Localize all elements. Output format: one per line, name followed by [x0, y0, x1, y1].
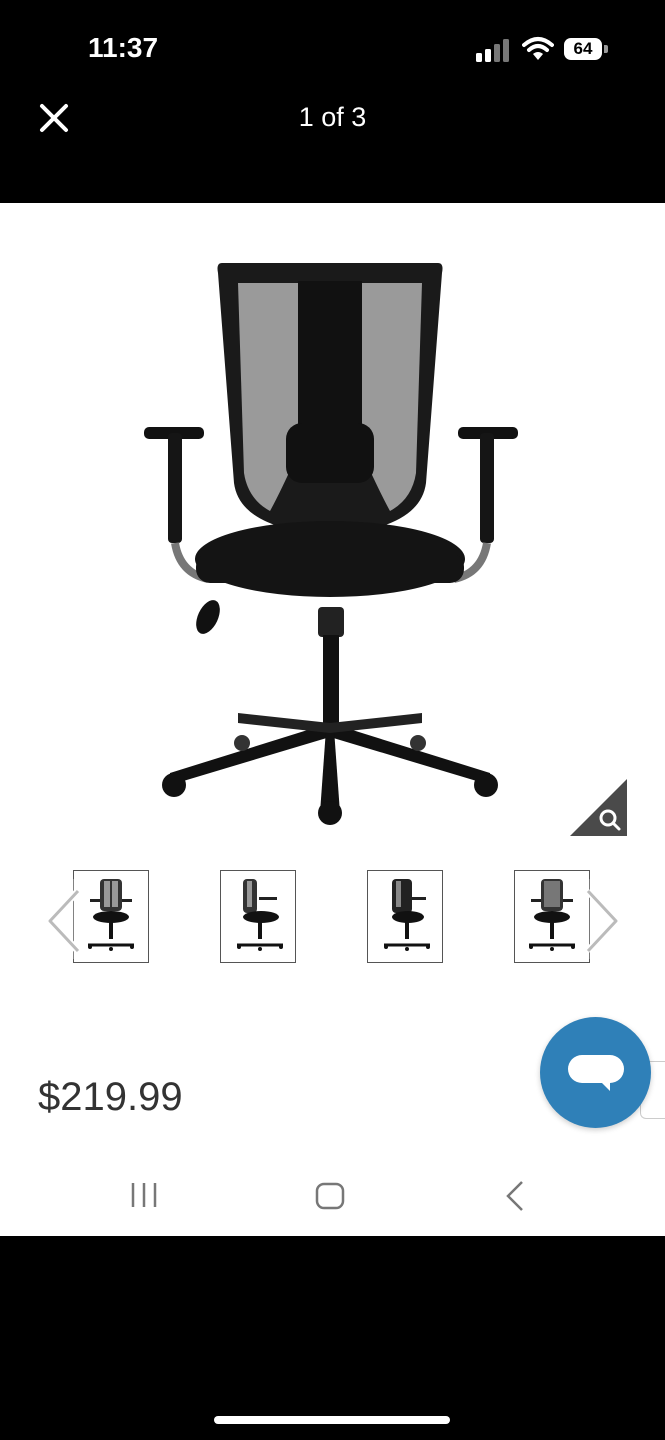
home-icon[interactable]: [314, 1181, 346, 1211]
thumbnail-next-button[interactable]: [578, 879, 628, 959]
chat-icon: [568, 1055, 624, 1083]
chat-icon-tail: [600, 1081, 610, 1091]
thumbnail-carousel: [38, 869, 628, 965]
android-nav-bar: [0, 1153, 665, 1236]
thumbnail-prev-button[interactable]: [38, 879, 88, 959]
product-price: $219.99: [38, 1075, 183, 1119]
product-image-viewer: $219.99: [0, 203, 665, 1236]
thumbnail-chair-front: [88, 879, 134, 951]
thumbnail-3[interactable]: [367, 870, 443, 963]
home-indicator[interactable]: [214, 1416, 450, 1424]
product-image-office-chair: [144, 263, 518, 825]
signal-icon: [476, 39, 509, 62]
chat-button[interactable]: [540, 1017, 651, 1128]
thumbnail-chair-angle: [384, 879, 430, 951]
image-counter: 1 of 3: [298, 102, 367, 132]
thumbnail-chair-back: [529, 879, 575, 951]
battery-icon: 64: [564, 38, 610, 62]
thumbnail-chair-side: [237, 879, 283, 951]
recents-icon[interactable]: [128, 1181, 162, 1209]
battery-level: 64: [564, 38, 602, 60]
status-time: 11:37: [88, 32, 159, 63]
battery-tip: [604, 45, 608, 53]
wifi-icon: [522, 37, 554, 60]
back-icon[interactable]: [502, 1179, 528, 1213]
chevron-right-icon: [585, 888, 620, 954]
chevron-left-icon: [46, 888, 81, 954]
viewer-header: [0, 80, 665, 202]
search-icon[interactable]: [570, 779, 627, 836]
thumbnail-2[interactable]: [220, 870, 296, 963]
